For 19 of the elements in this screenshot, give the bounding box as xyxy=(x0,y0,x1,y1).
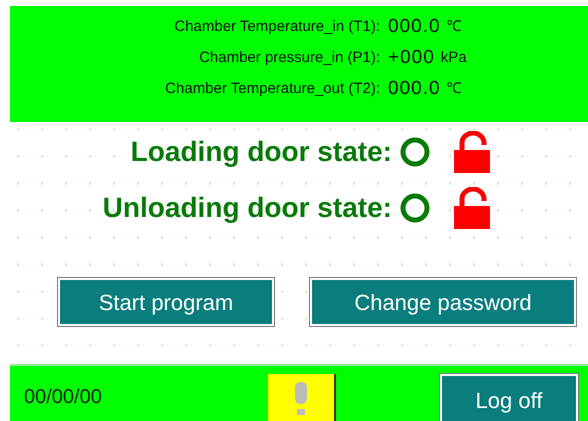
alarm-button[interactable] xyxy=(268,374,336,421)
start-program-button[interactable]: Start program xyxy=(58,278,274,326)
reading-label: Chamber Temperature_in (T1): xyxy=(173,17,381,37)
reading-value: +000 xyxy=(388,46,435,70)
indicator-ring-icon xyxy=(400,137,430,167)
reading-unit: ℃ xyxy=(446,79,462,99)
reading-label: Chamber pressure_in (P1): xyxy=(198,48,381,68)
change-password-button[interactable]: Change password xyxy=(310,278,576,326)
date-display: 00/00/00 xyxy=(24,384,103,410)
indicator-ring-icon xyxy=(400,193,430,223)
reading-label: Chamber Temperature_out (T2): xyxy=(164,79,381,99)
log-off-button[interactable]: Log off xyxy=(440,374,578,421)
door-label: Loading door state: xyxy=(130,135,392,169)
reading-value: 000.0 xyxy=(388,15,441,39)
exclamation-icon xyxy=(293,382,309,418)
reading-unit: ℃ xyxy=(446,17,462,37)
door-label: Unloading door state: xyxy=(102,191,392,225)
reading-value: 000.0 xyxy=(388,77,441,101)
reading-unit: kPa xyxy=(440,48,467,68)
